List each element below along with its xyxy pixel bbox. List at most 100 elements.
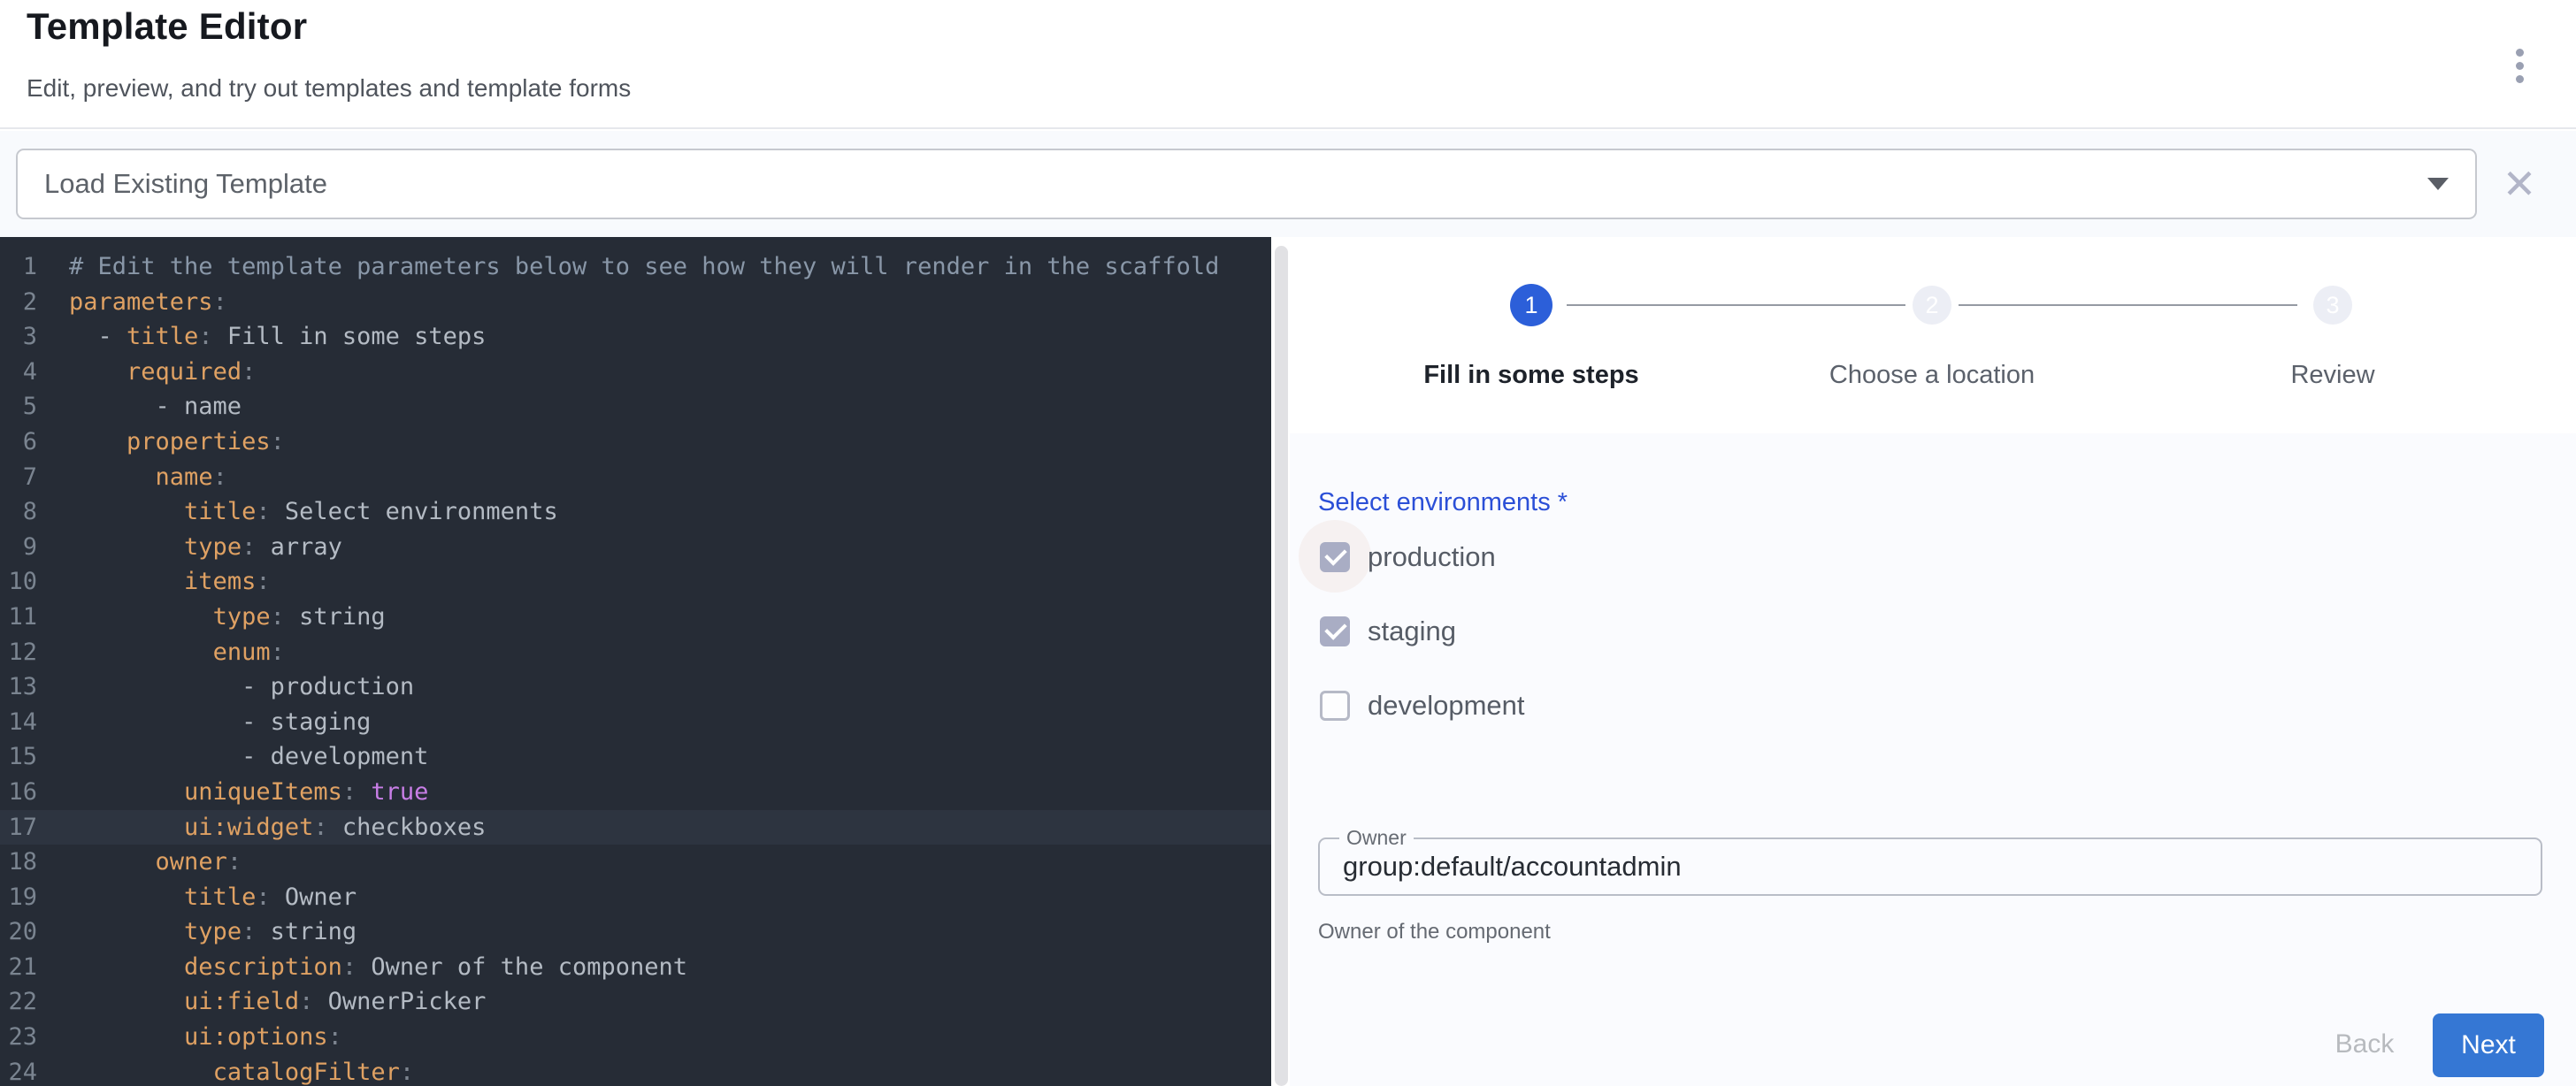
kebab-menu-icon bbox=[2516, 75, 2524, 83]
code-text: name: bbox=[69, 460, 227, 495]
checkbox-label[interactable]: development bbox=[1368, 690, 1525, 722]
code-line: 11 type: string bbox=[0, 600, 1271, 635]
step-connector bbox=[1959, 304, 2297, 306]
step-number: 2 bbox=[1925, 292, 1938, 319]
line-number: 20 bbox=[0, 914, 37, 950]
line-number: 23 bbox=[0, 1020, 37, 1055]
panel-resize-handle[interactable] bbox=[1275, 246, 1288, 1086]
load-template-placeholder: Load Existing Template bbox=[44, 168, 2427, 200]
code-text: required: bbox=[69, 355, 256, 390]
line-number: 18 bbox=[0, 845, 37, 880]
required-marker: * bbox=[1551, 488, 1568, 516]
code-text: type: array bbox=[69, 530, 342, 565]
code-text: items: bbox=[69, 564, 271, 600]
checkbox-row-production[interactable]: production bbox=[1320, 541, 1496, 573]
line-number: 15 bbox=[0, 739, 37, 775]
line-number: 17 bbox=[0, 810, 37, 845]
next-button[interactable]: Next bbox=[2433, 1013, 2544, 1077]
line-number: 8 bbox=[0, 494, 37, 530]
kebab-menu-button[interactable] bbox=[2498, 39, 2541, 92]
close-button[interactable]: ✕ bbox=[2495, 156, 2544, 212]
step-number: 3 bbox=[2326, 292, 2339, 319]
checkbox-development[interactable] bbox=[1320, 691, 1350, 721]
code-editor[interactable]: 1# Edit the template parameters below to… bbox=[0, 237, 1271, 1086]
code-text: title: Owner bbox=[69, 880, 356, 915]
stepper: 1 2 3 Fill in some steps Choose a locati… bbox=[1290, 237, 2576, 433]
load-template-select[interactable]: Load Existing Template bbox=[16, 149, 2477, 219]
owner-input[interactable] bbox=[1320, 839, 2541, 894]
owner-helper-text: Owner of the component bbox=[1318, 920, 1551, 945]
code-line: 1# Edit the template parameters below to… bbox=[0, 249, 1271, 285]
step-circle-3: 3 bbox=[2313, 286, 2352, 325]
code-text: owner: bbox=[69, 845, 242, 880]
checkbox-row-staging[interactable]: staging bbox=[1320, 616, 1456, 647]
checkbox-label[interactable]: staging bbox=[1368, 616, 1456, 647]
page-subtitle: Edit, preview, and try out templates and… bbox=[27, 74, 631, 103]
code-text: - development bbox=[69, 739, 428, 775]
code-line: 19 title: Owner bbox=[0, 880, 1271, 915]
code-line: 23 ui:options: bbox=[0, 1020, 1271, 1055]
kebab-menu-icon bbox=[2516, 62, 2524, 70]
line-number: 19 bbox=[0, 880, 37, 915]
code-line: 3 - title: Fill in some steps bbox=[0, 319, 1271, 355]
line-number: 7 bbox=[0, 460, 37, 495]
code-text: - staging bbox=[69, 705, 371, 740]
code-line: 16 uniqueItems: true bbox=[0, 775, 1271, 810]
code-line: 2 parameters: bbox=[0, 285, 1271, 320]
page-title: Template Editor bbox=[27, 5, 307, 48]
line-number: 12 bbox=[0, 635, 37, 670]
code-text: type: string bbox=[69, 600, 386, 635]
line-number: 2 bbox=[0, 285, 37, 320]
kebab-menu-icon bbox=[2516, 49, 2524, 57]
line-number: 16 bbox=[0, 775, 37, 810]
code-line: 7 name: bbox=[0, 460, 1271, 495]
checkbox-production[interactable] bbox=[1320, 542, 1350, 572]
line-number: 11 bbox=[0, 600, 37, 635]
step-label-fill-in-some-steps: Fill in some steps bbox=[1346, 361, 1717, 390]
line-number: 21 bbox=[0, 950, 37, 985]
code-line: 6 properties: bbox=[0, 424, 1271, 460]
step-connector bbox=[1567, 304, 1905, 306]
code-line: 20 type: string bbox=[0, 914, 1271, 950]
code-line: 18 owner: bbox=[0, 845, 1271, 880]
code-line: 15 - development bbox=[0, 739, 1271, 775]
step-label-review: Review bbox=[2147, 361, 2518, 390]
code-text: description: Owner of the component bbox=[69, 950, 687, 985]
step-circle-2: 2 bbox=[1913, 286, 1951, 325]
code-line: 10 items: bbox=[0, 564, 1271, 600]
checkbox-label[interactable]: production bbox=[1368, 541, 1496, 573]
code-line: 17 ui:widget: checkboxes bbox=[0, 810, 1271, 845]
code-text: type: string bbox=[69, 914, 356, 950]
code-line: 22 ui:field: OwnerPicker bbox=[0, 984, 1271, 1020]
group-label-text: Select environments bbox=[1318, 488, 1551, 516]
line-number: 3 bbox=[0, 319, 37, 355]
code-line: 5 - name bbox=[0, 389, 1271, 424]
code-text: - title: Fill in some steps bbox=[69, 319, 486, 355]
code-line: 12 enum: bbox=[0, 635, 1271, 670]
code-text: enum: bbox=[69, 635, 285, 670]
code-line: 8 title: Select environments bbox=[0, 494, 1271, 530]
code-text: title: Select environments bbox=[69, 494, 558, 530]
line-number: 9 bbox=[0, 530, 37, 565]
back-button[interactable]: Back bbox=[2316, 1013, 2413, 1075]
code-text: ui:field: OwnerPicker bbox=[69, 984, 486, 1020]
template-form: Select environments * production staging… bbox=[1290, 433, 2576, 1086]
checkbox-row-development[interactable]: development bbox=[1320, 690, 1525, 722]
line-number: 6 bbox=[0, 424, 37, 460]
step-number: 1 bbox=[1524, 292, 1537, 319]
code-line: 13 - production bbox=[0, 669, 1271, 705]
line-number: 5 bbox=[0, 389, 37, 424]
code-text: parameters: bbox=[69, 285, 227, 320]
select-environments-label: Select environments * bbox=[1318, 488, 1568, 517]
close-icon: ✕ bbox=[2503, 164, 2537, 204]
code-text: - name bbox=[69, 389, 242, 424]
line-number: 22 bbox=[0, 984, 37, 1020]
owner-field: Owner bbox=[1318, 837, 2542, 896]
step-circle-1: 1 bbox=[1510, 284, 1552, 326]
load-template-bar: Load Existing Template ✕ bbox=[0, 131, 2576, 237]
template-preview-panel: 1 2 3 Fill in some steps Choose a locati… bbox=[1290, 237, 2576, 1086]
line-number: 13 bbox=[0, 669, 37, 705]
code-area: 1# Edit the template parameters below to… bbox=[0, 249, 1271, 1086]
step-label-choose-a-location: Choose a location bbox=[1746, 361, 2118, 390]
checkbox-staging[interactable] bbox=[1320, 616, 1350, 646]
